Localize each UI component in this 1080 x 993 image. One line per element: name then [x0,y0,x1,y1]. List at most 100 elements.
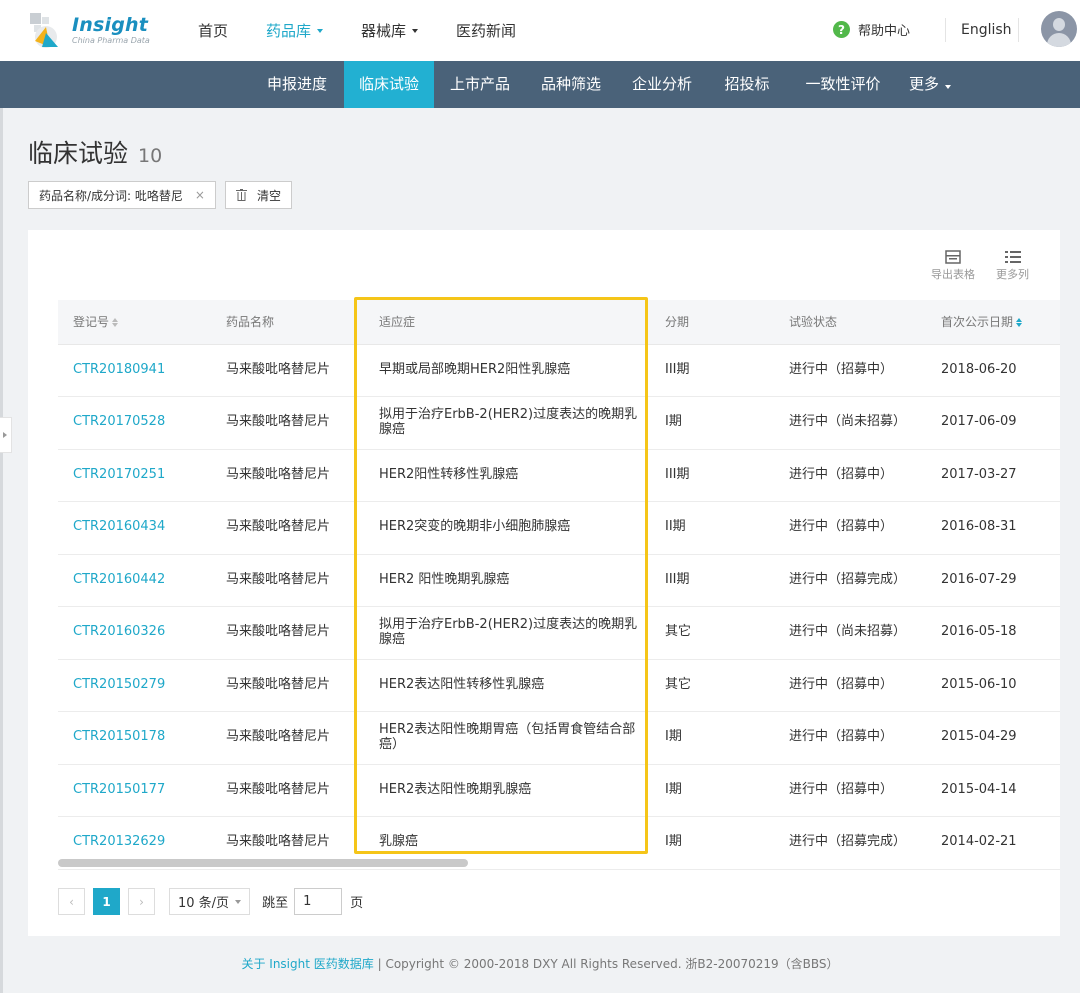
subnav-company-analysis[interactable]: 企业分析 [620,61,704,108]
avatar-head [1053,18,1065,31]
registration-no-link[interactable]: CTR20170528 [58,396,211,450]
sort-icon [112,318,119,328]
drug-name-cell: 马来酸吡咯替尼片 [211,711,364,765]
logo-subtitle: China Pharma Data [72,35,150,45]
sidebar-expand-toggle[interactable] [0,417,12,453]
registration-no-link[interactable]: CTR20150177 [58,764,211,817]
phase-cell: I期 [650,396,774,450]
close-icon[interactable]: × [195,188,205,202]
filter-tag: 药品名称/成分词: 吡咯替尼 × [28,181,216,209]
date-cell: 2016-07-29 [926,554,1060,607]
registration-no-link[interactable]: CTR20150178 [58,711,211,765]
status-cell: 进行中（招募中） [774,449,926,502]
language-switch[interactable]: English [961,22,1012,38]
about-link[interactable]: 关于 Insight 医药数据库 [241,957,373,971]
next-page-button[interactable]: › [128,888,155,915]
page-size-value: 10 条/页 [178,896,230,911]
page-1-button[interactable]: 1 [93,888,120,915]
table-row: CTR20170528 马来酸吡咯替尼片 拟用于治疗ErbB-2(HER2)过度… [58,396,1060,450]
phase-cell: III期 [650,449,774,502]
jump-to-label: 跳至 [262,896,289,911]
clear-filters-button[interactable]: 清空 [225,181,293,209]
more-columns-button[interactable]: 更多列 [996,250,1029,282]
help-icon: ? [833,21,850,38]
nav-drug-library-label: 药品库 [266,22,312,40]
indication-cell: 拟用于治疗ErbB-2(HER2)过度表达的晚期乳腺癌 [364,396,650,450]
col-header-indication: 适应症 [364,300,650,345]
chevron-down-icon [235,899,242,904]
horizontal-scrollbar[interactable] [58,859,468,867]
nav-home[interactable]: 首页 [198,20,228,41]
pagination: ‹ 1 › 10 条/页 跳至 页 [58,888,363,915]
drug-name-cell: 马来酸吡咯替尼片 [211,554,364,607]
registration-no-link[interactable]: CTR20180941 [58,344,211,397]
nav-home-label: 首页 [198,22,229,40]
date-cell: 2016-05-18 [926,606,1060,660]
subnav-bidding[interactable]: 招投标 [713,61,781,108]
export-table-label: 导出表格 [931,268,975,281]
chevron-down-icon [317,28,324,33]
registration-no-link[interactable]: CTR20150279 [58,659,211,712]
list-icon [1004,250,1021,264]
subnav-consistency-evaluation[interactable]: 一致性评价 [790,61,896,108]
clinical-trials-table: 登记号 药品名称 适应症 分期 试验状态 首次公示日期 CTR20180941 … [58,300,1060,870]
subnav-more[interactable]: 更多 [900,61,960,108]
help-center-link[interactable]: ? 帮助中心 [833,20,910,39]
col-header-label: 首次公示日期 [941,315,1014,330]
more-columns-label: 更多列 [996,268,1029,281]
date-cell: 2017-06-09 [926,396,1060,450]
registration-no-link[interactable]: CTR20160442 [58,554,211,607]
status-cell: 进行中（招募中） [774,764,926,817]
help-center-label: 帮助中心 [858,24,911,39]
prev-page-button[interactable]: ‹ [58,888,85,915]
date-cell: 2017-03-27 [926,449,1060,502]
nav-drug-library[interactable]: 药品库 [266,20,324,41]
col-header-phase: 分期 [650,300,774,345]
subnav-clinical-trials[interactable]: 临床试验 [344,61,434,108]
nav-device-library[interactable]: 器械库 [361,20,419,41]
table-row: CTR20150177 马来酸吡咯替尼片 HER2表达阳性晚期乳腺癌 I期 进行… [58,764,1060,817]
page-title: 临床试验 10 [28,134,162,170]
nav-pharma-news[interactable]: 医药新闻 [456,20,516,41]
table-header-row: 登记号 药品名称 适应症 分期 试验状态 首次公示日期 [58,300,1060,345]
drug-name-cell: 马来酸吡咯替尼片 [211,501,364,555]
phase-cell: 其它 [650,606,774,660]
subnav-application-progress[interactable]: 申报进度 [254,61,340,108]
col-header-registration-no[interactable]: 登记号 [58,300,211,345]
status-cell: 进行中（招募中） [774,501,926,555]
registration-no-link[interactable]: CTR20170251 [58,449,211,502]
phase-cell: I期 [650,764,774,817]
logo[interactable]: Insight China Pharma Data [28,11,150,49]
sidebar-edge [0,108,3,993]
jump-page-input[interactable] [294,888,343,915]
status-cell: 进行中（招募完成） [774,816,926,870]
status-cell: 进行中（尚未招募） [774,396,926,450]
date-cell: 2016-08-31 [926,501,1060,555]
subnav-variety-screening[interactable]: 品种筛选 [529,61,613,108]
indication-cell: HER2表达阳性转移性乳腺癌 [364,659,650,712]
drug-name-cell: 马来酸吡咯替尼片 [211,344,364,397]
registration-no-link[interactable]: CTR20160434 [58,501,211,555]
page-size-select[interactable]: 10 条/页 [169,888,251,915]
registration-no-link[interactable]: CTR20160326 [58,606,211,660]
col-header-trial-status: 试验状态 [774,300,926,345]
col-header-drug-name: 药品名称 [211,300,364,345]
divider [1018,18,1019,42]
table-row: CTR20170251 马来酸吡咯替尼片 HER2阳性转移性乳腺癌 III期 进… [58,449,1060,502]
main-nav: 首页 药品库 器械库 医药新闻 [198,0,554,61]
indication-cell: 拟用于治疗ErbB-2(HER2)过度表达的晚期乳腺癌 [364,606,650,660]
table-row: CTR20150279 马来酸吡咯替尼片 HER2表达阳性转移性乳腺癌 其它 进… [58,659,1060,712]
status-cell: 进行中（招募完成） [774,554,926,607]
drug-name-cell: 马来酸吡咯替尼片 [211,449,364,502]
export-table-button[interactable]: 导出表格 [931,250,975,282]
table-row: CTR20160326 马来酸吡咯替尼片 拟用于治疗ErbB-2(HER2)过度… [58,606,1060,660]
indication-cell: HER2 阳性晚期乳腺癌 [364,554,650,607]
table-row: CTR20160442 马来酸吡咯替尼片 HER2 阳性晚期乳腺癌 III期 进… [58,554,1060,607]
user-avatar[interactable] [1041,11,1077,47]
table-row: CTR20180941 马来酸吡咯替尼片 早期或局部晚期HER2阳性乳腺癌 II… [58,344,1060,397]
jump-unit-label: 页 [350,896,364,911]
subnav-marketed-products[interactable]: 上市产品 [438,61,522,108]
chevron-down-icon [945,85,951,89]
status-cell: 进行中（尚未招募） [774,606,926,660]
col-header-first-published-date[interactable]: 首次公示日期 [926,300,1060,345]
